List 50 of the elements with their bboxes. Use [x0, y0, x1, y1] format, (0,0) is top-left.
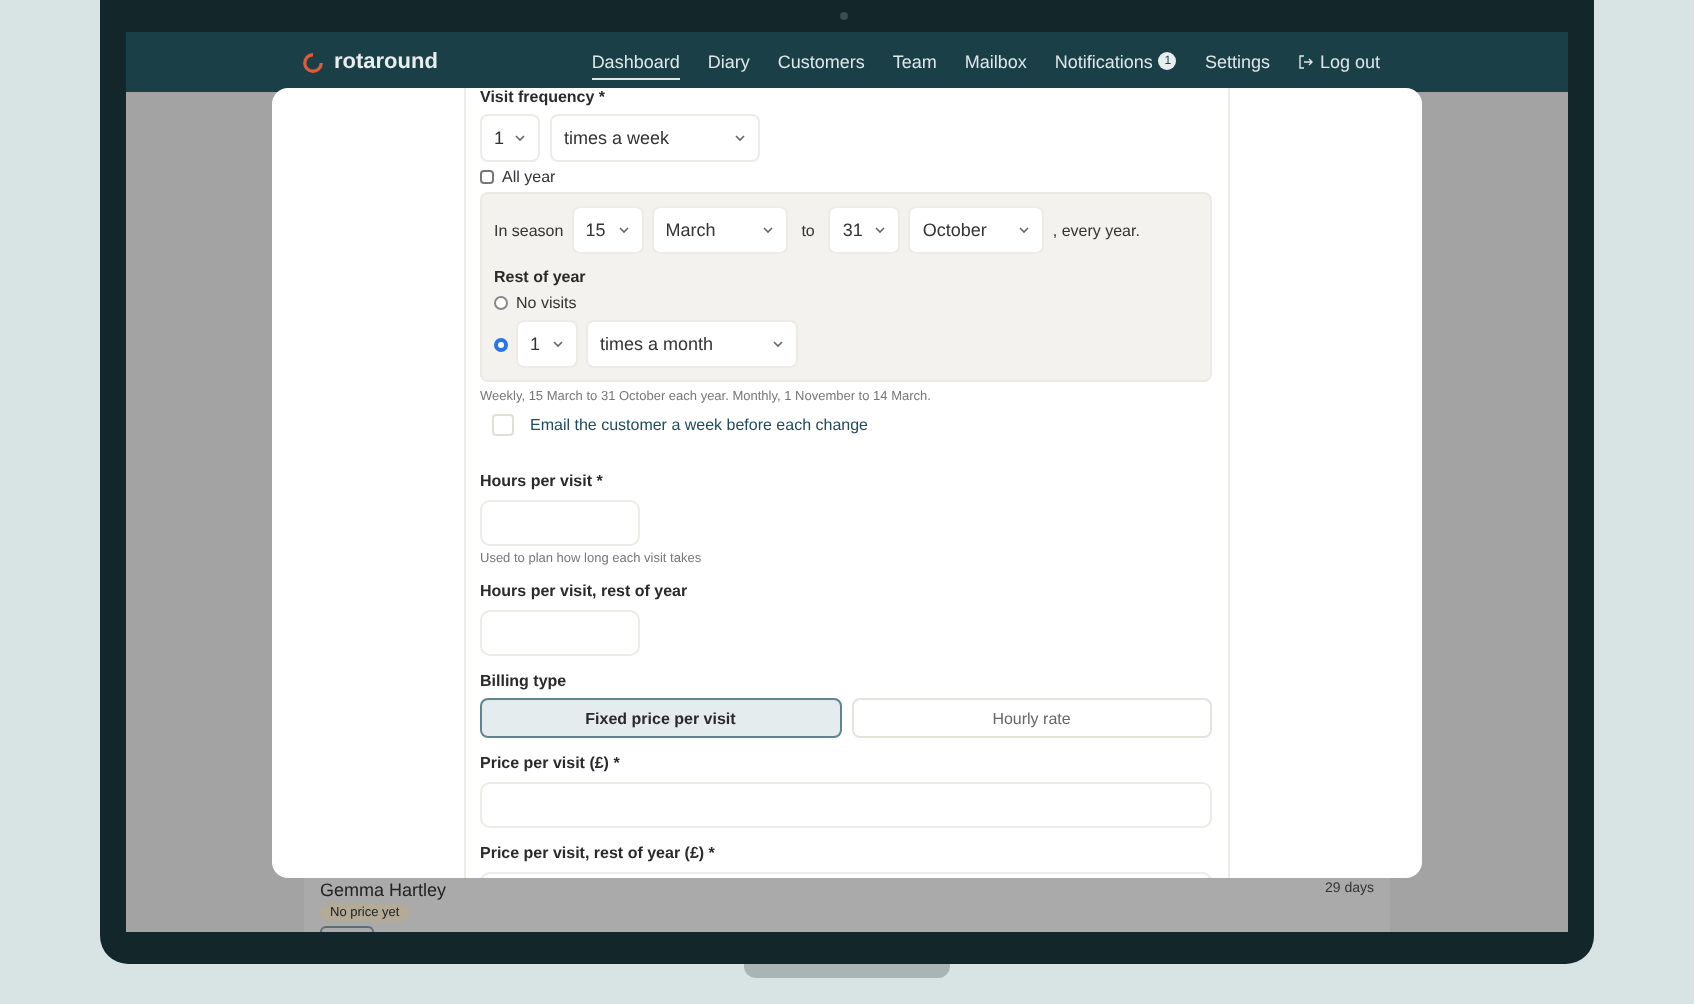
logout-link[interactable]: Log out: [1297, 45, 1380, 79]
customer-name: Gemma Hartley: [320, 880, 447, 900]
chevron-down-icon: [772, 340, 784, 348]
nav-link[interactable]: Settings: [1204, 45, 1270, 79]
input-field[interactable]: [480, 782, 1212, 828]
billing-option[interactable]: Hourly rate: [851, 698, 1212, 738]
billing-option[interactable]: Fixed price per visit: [480, 698, 841, 738]
nav-link[interactable]: Mailbox: [964, 45, 1027, 79]
field-label: Visit frequency *: [480, 88, 608, 108]
chevron-down-icon: [874, 226, 887, 234]
section-label: Rest of year: [494, 268, 588, 288]
dropdown[interactable]: 15: [571, 206, 644, 254]
dropdown[interactable]: 1: [480, 114, 540, 162]
dropdown[interactable]: 31: [828, 206, 901, 254]
chevron-down-icon: [552, 340, 564, 348]
dropdown[interactable]: times a month: [586, 320, 798, 368]
to-label: to: [801, 221, 815, 239]
field-label: Billing type: [480, 672, 569, 692]
dropdown[interactable]: times a week: [550, 114, 760, 162]
chevron-down-icon: [734, 134, 746, 142]
field-label: Price per visit (£) *: [480, 754, 622, 774]
dropdown[interactable]: 1: [516, 320, 578, 368]
input-field[interactable]: [480, 500, 640, 546]
dropdown[interactable]: October: [908, 206, 1045, 254]
season-label: In season: [494, 221, 564, 239]
chevron-down-icon: [1018, 226, 1031, 234]
every-year-text: , every year.: [1052, 221, 1140, 239]
nav-link[interactable]: Dashboard: [591, 45, 680, 79]
logo-icon: [302, 51, 324, 73]
field-label: Hours per visit, rest of year: [480, 582, 690, 602]
camera-dot: [840, 12, 848, 20]
radio-button[interactable]: [494, 296, 508, 310]
checkbox[interactable]: [480, 170, 494, 184]
email-option-label: Email the customer a week before each change: [530, 416, 868, 434]
card-button[interactable]: [320, 926, 374, 932]
nav-link[interactable]: Diary: [707, 45, 750, 79]
dropdown[interactable]: March: [651, 206, 788, 254]
chevron-down-icon: [761, 226, 774, 234]
nav-link[interactable]: Team: [892, 45, 937, 79]
chevron-down-icon: [514, 134, 526, 142]
logout-icon: [1297, 53, 1314, 69]
field-label: Hours per visit *: [480, 472, 605, 492]
field-label: Price per visit, rest of year (£) *: [480, 844, 717, 864]
chevron-down-icon: [617, 226, 630, 234]
checkbox-label: All year: [502, 168, 556, 186]
brand-name: rotaround: [334, 50, 438, 74]
input-field[interactable]: [480, 610, 640, 656]
radio-label: No visits: [516, 294, 577, 312]
nav-link[interactable]: Customers: [777, 45, 865, 79]
radio-button[interactable]: [494, 337, 508, 351]
